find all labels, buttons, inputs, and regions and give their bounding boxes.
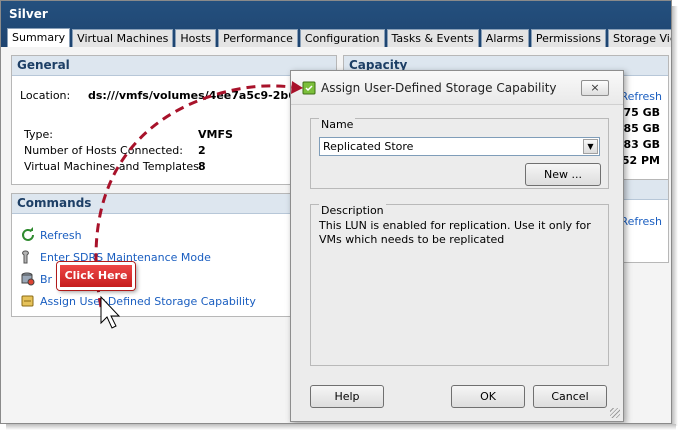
window-title: Silver	[9, 7, 48, 21]
storage-capability-icon	[20, 293, 36, 309]
description-group: Description This LUN is enabled for repl…	[310, 204, 609, 366]
commands-panel: Commands Refresh Enter SDRS Maintenance …	[11, 193, 337, 317]
selected-capability: Replicated Store	[323, 140, 414, 153]
tab-summary[interactable]: Summary	[7, 28, 71, 47]
tab-storage-views[interactable]: Storage Views	[607, 29, 671, 47]
tab-tasks-events[interactable]: Tasks & Events	[386, 29, 479, 47]
hosts-value: 2	[198, 144, 206, 157]
hosts-label: Number of Hosts Connected:	[24, 144, 183, 157]
capacity-refresh-link[interactable]: Refresh	[620, 90, 662, 103]
tab-bar: Summary Virtual Machines Hosts Performan…	[7, 28, 671, 47]
refresh-icon	[20, 227, 36, 243]
general-panel: General Location: ds:///vmfs/volumes/4ee…	[11, 55, 337, 185]
refresh-command-label: Refresh	[40, 228, 82, 242]
title-bar: Silver Summary Virtual Machines Hosts Pe…	[1, 1, 671, 47]
close-button[interactable]: ×	[581, 80, 609, 96]
datastore-browse-icon	[20, 271, 36, 287]
location-label: Location:	[20, 89, 71, 102]
click-here-callout: Click Here	[57, 262, 135, 290]
tab-performance[interactable]: Performance	[218, 29, 298, 47]
location-value: ds:///vmfs/volumes/4ee7a5c9-2b6	[88, 89, 296, 102]
tab-permissions[interactable]: Permissions	[530, 29, 606, 47]
type-value: VMFS	[198, 128, 233, 141]
description-group-label: Description	[319, 204, 386, 217]
cancel-button[interactable]: Cancel	[533, 385, 607, 408]
new-button[interactable]: New ...	[525, 163, 601, 186]
right-lower-refresh-link[interactable]: Refresh	[620, 215, 662, 228]
window-shadow	[6, 424, 676, 430]
capacity-value: .85 GB	[619, 122, 660, 135]
vms-label: Virtual Machines and Templates:	[24, 160, 203, 173]
refresh-command[interactable]: Refresh	[20, 227, 82, 243]
assign-storage-capability-label: Assign User-Defined Storage Capability	[40, 294, 256, 308]
ok-button[interactable]: OK	[451, 385, 525, 408]
general-header: General	[12, 56, 336, 76]
assign-storage-capability-command[interactable]: Assign User-Defined Storage Capability	[20, 293, 256, 309]
window-shadow	[672, 6, 678, 426]
browse-datastore-label: Br	[40, 272, 53, 286]
browse-datastore-command[interactable]: Br	[20, 271, 52, 287]
name-group: Name Replicated Store ▼ New ...	[310, 118, 609, 189]
resize-grip[interactable]	[610, 408, 620, 418]
capacity-value: .75 GB	[619, 106, 660, 119]
name-group-label: Name	[319, 118, 356, 131]
storage-capability-icon	[302, 81, 316, 95]
vms-value: 8	[198, 160, 206, 173]
assign-capability-dialog: Assign User-Defined Storage Capability ×…	[290, 70, 624, 422]
chevron-down-icon: ▼	[583, 139, 598, 154]
dialog-titlebar: Assign User-Defined Storage Capability ×	[291, 71, 623, 105]
description-text: This LUN is enabled for replication. Use…	[319, 219, 591, 246]
help-button[interactable]: Help	[310, 385, 384, 408]
tab-configuration[interactable]: Configuration	[299, 29, 385, 47]
capability-select[interactable]: Replicated Store ▼	[319, 137, 600, 156]
tab-hosts[interactable]: Hosts	[175, 29, 217, 47]
type-label: Type:	[24, 128, 53, 141]
commands-header: Commands	[12, 194, 336, 214]
wrench-icon	[20, 249, 36, 265]
close-icon: ×	[590, 81, 600, 94]
vsphere-client-window: Silver Summary Virtual Machines Hosts Pe…	[0, 0, 672, 424]
tab-virtual-machines[interactable]: Virtual Machines	[72, 29, 174, 47]
tab-alarms[interactable]: Alarms	[480, 29, 529, 47]
capacity-value: .83 GB	[619, 138, 660, 151]
dialog-title: Assign User-Defined Storage Capability	[321, 81, 557, 95]
